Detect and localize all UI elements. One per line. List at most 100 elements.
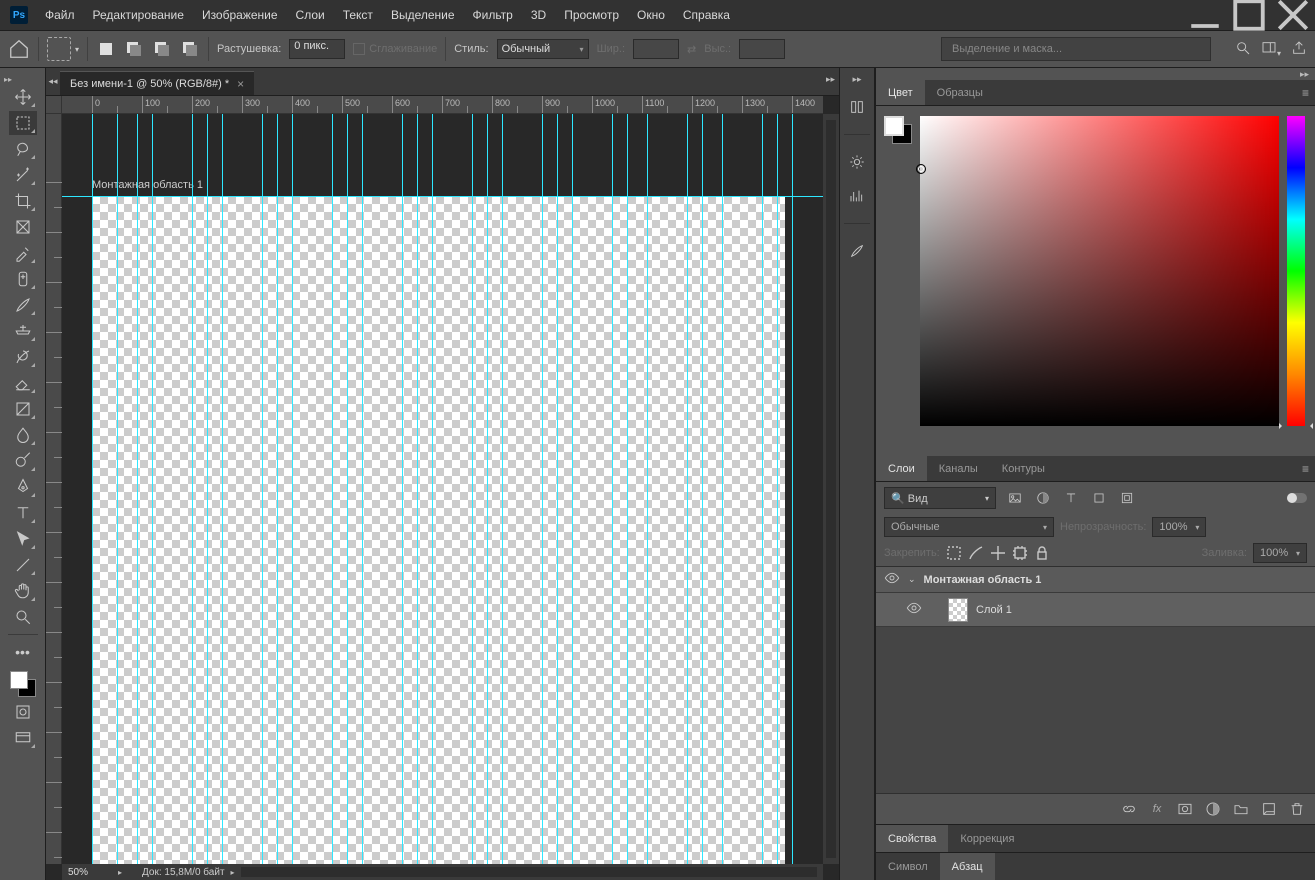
- selection-intersect-icon[interactable]: [180, 39, 200, 59]
- history-panel-icon[interactable]: [846, 96, 868, 118]
- move-tool[interactable]: [9, 85, 37, 109]
- filter-smart-icon[interactable]: [1118, 489, 1136, 507]
- close-button[interactable]: [1271, 0, 1315, 30]
- dock-collapse[interactable]: ▸▸: [876, 68, 1315, 80]
- magic-wand-tool[interactable]: [9, 163, 37, 187]
- dodge-tool[interactable]: [9, 449, 37, 473]
- menu-select[interactable]: Выделение: [382, 2, 464, 28]
- selection-new-icon[interactable]: [96, 39, 116, 59]
- line-tool[interactable]: [9, 553, 37, 577]
- adjustments-panel-icon[interactable]: [846, 151, 868, 173]
- type-tool[interactable]: [9, 501, 37, 525]
- layer-fx-icon[interactable]: fx: [1149, 801, 1165, 817]
- blur-tool[interactable]: [9, 423, 37, 447]
- menu-view[interactable]: Просмотр: [555, 2, 628, 28]
- layer-artboard[interactable]: ⌄ Монтажная область 1: [876, 567, 1315, 593]
- group-icon[interactable]: [1233, 801, 1249, 817]
- zoom-tool[interactable]: [9, 605, 37, 629]
- layer-list[interactable]: ⌄ Монтажная область 1 Слой 1: [876, 566, 1315, 794]
- path-selection-tool[interactable]: [9, 527, 37, 551]
- scrollbar-vertical[interactable]: [823, 114, 839, 864]
- menu-3d[interactable]: 3D: [522, 2, 555, 28]
- lock-artboard-icon[interactable]: [1012, 545, 1028, 561]
- maximize-button[interactable]: [1227, 0, 1271, 30]
- dock-expand[interactable]: ▸▸: [852, 74, 861, 84]
- style-select[interactable]: Обычный: [497, 39, 589, 59]
- screen-mode-icon[interactable]: [9, 726, 37, 750]
- pen-tool[interactable]: [9, 475, 37, 499]
- tab-channels[interactable]: Каналы: [927, 456, 990, 481]
- color-field[interactable]: [920, 116, 1279, 426]
- healing-brush-tool[interactable]: [9, 267, 37, 291]
- clone-stamp-tool[interactable]: [9, 319, 37, 343]
- menu-window[interactable]: Окно: [628, 2, 674, 28]
- color-swatch-fgbg[interactable]: [884, 116, 912, 144]
- link-layers-icon[interactable]: [1121, 801, 1137, 817]
- filter-type-icon[interactable]: [1062, 489, 1080, 507]
- visibility-icon[interactable]: [884, 570, 900, 589]
- foreground-background-colors[interactable]: [8, 669, 38, 699]
- canvas-viewport[interactable]: 0100200300400500600700800900100011001200…: [46, 96, 839, 880]
- select-and-mask-button[interactable]: Выделение и маска...: [941, 37, 1211, 61]
- new-layer-icon[interactable]: [1261, 801, 1277, 817]
- document-tab[interactable]: Без имени-1 @ 50% (RGB/8#) * ×: [60, 71, 254, 95]
- tab-paths[interactable]: Контуры: [990, 456, 1057, 481]
- layer-filter-select[interactable]: 🔍 Вид: [884, 487, 996, 509]
- panel-collapse-right[interactable]: ▸▸: [826, 74, 835, 85]
- minimize-button[interactable]: [1183, 0, 1227, 30]
- color-panel-menu-icon[interactable]: ≡: [1302, 86, 1309, 100]
- docinfo-dropdown[interactable]: ▸: [225, 868, 235, 877]
- history-brush-tool[interactable]: [9, 345, 37, 369]
- tab-character[interactable]: Символ: [876, 853, 940, 880]
- filter-image-icon[interactable]: [1006, 489, 1024, 507]
- tools-expand[interactable]: ▸▸: [0, 74, 45, 84]
- marquee-dropdown[interactable]: ▾: [75, 45, 79, 54]
- tab-paragraph[interactable]: Абзац: [940, 853, 995, 880]
- artboard-canvas[interactable]: [92, 196, 785, 880]
- quick-mask-icon[interactable]: [9, 700, 37, 724]
- filter-toggle[interactable]: [1287, 493, 1307, 503]
- layer-thumbnail[interactable]: [948, 598, 968, 622]
- edit-toolbar-icon[interactable]: •••: [9, 640, 37, 664]
- workspace-icon[interactable]: ▾: [1261, 40, 1281, 59]
- tab-color[interactable]: Цвет: [876, 80, 925, 105]
- hand-tool[interactable]: [9, 579, 37, 603]
- artboard-expand-icon[interactable]: ⌄: [908, 574, 916, 585]
- menu-filter[interactable]: Фильтр: [464, 2, 522, 28]
- artboard-label[interactable]: Монтажная область 1: [92, 179, 203, 191]
- layer-item[interactable]: Слой 1: [876, 593, 1315, 627]
- eyedropper-tool[interactable]: [9, 241, 37, 265]
- tab-layers[interactable]: Слои: [876, 456, 927, 481]
- menu-image[interactable]: Изображение: [193, 2, 287, 28]
- document-info[interactable]: Док: 15,8M/0 байт: [122, 867, 225, 878]
- zoom-level[interactable]: 50%: [62, 867, 118, 878]
- brush-tool[interactable]: [9, 293, 37, 317]
- menu-layers[interactable]: Слои: [287, 2, 334, 28]
- selection-subtract-icon[interactable]: [152, 39, 172, 59]
- scrollbar-horizontal[interactable]: [241, 867, 817, 877]
- histogram-panel-icon[interactable]: [846, 185, 868, 207]
- layers-panel-menu-icon[interactable]: ≡: [1302, 462, 1309, 476]
- feather-input[interactable]: 0 пикс.: [289, 39, 345, 59]
- hue-slider[interactable]: [1287, 116, 1305, 426]
- brushes-panel-icon[interactable]: [846, 240, 868, 262]
- lasso-tool[interactable]: [9, 137, 37, 161]
- share-icon[interactable]: [1291, 40, 1307, 59]
- menu-type[interactable]: Текст: [334, 2, 382, 28]
- delete-layer-icon[interactable]: [1289, 801, 1305, 817]
- layer-name[interactable]: Слой 1: [976, 604, 1012, 616]
- lock-pixels-icon[interactable]: [946, 545, 962, 561]
- filter-adjust-icon[interactable]: [1034, 489, 1052, 507]
- menu-edit[interactable]: Редактирование: [84, 2, 193, 28]
- eraser-tool[interactable]: [9, 371, 37, 395]
- filter-shape-icon[interactable]: [1090, 489, 1108, 507]
- home-button[interactable]: [8, 38, 30, 60]
- frame-tool[interactable]: [9, 215, 37, 239]
- crop-tool[interactable]: [9, 189, 37, 213]
- layer-name[interactable]: Монтажная область 1: [924, 574, 1042, 586]
- panel-collapse-left[interactable]: ◂◂: [46, 68, 60, 95]
- tab-swatches[interactable]: Образцы: [925, 80, 995, 105]
- menu-file[interactable]: Файл: [36, 2, 84, 28]
- selection-add-icon[interactable]: [124, 39, 144, 59]
- adjustment-layer-icon[interactable]: [1205, 801, 1221, 817]
